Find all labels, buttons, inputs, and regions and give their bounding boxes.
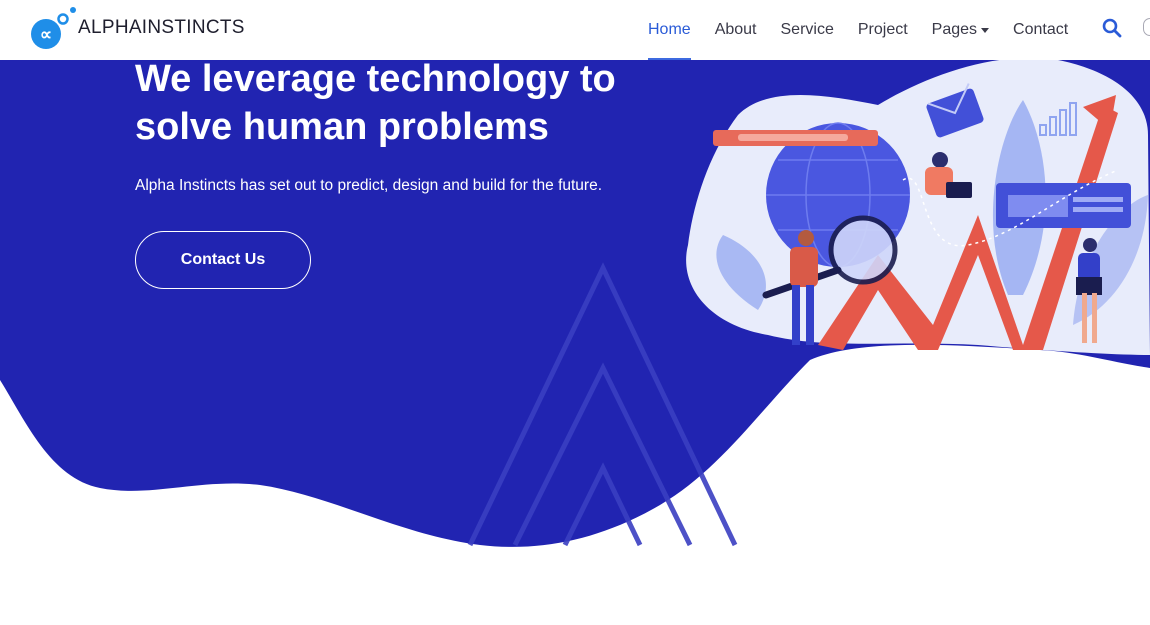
- nav-item-contact[interactable]: Contact: [1001, 0, 1080, 60]
- screen-panel-line: [1073, 197, 1123, 202]
- nav-item-about[interactable]: About: [703, 0, 769, 60]
- search-bar-highlight: [738, 134, 848, 141]
- screen-panel-line: [1073, 207, 1123, 212]
- brand-name: ALPHAINSTINCTS: [78, 17, 245, 38]
- nav-item-label: Contact: [1013, 21, 1069, 38]
- navbar: ∝ ALPHAINSTINCTS Home About Service Proj…: [0, 0, 1150, 60]
- hero-subtitle: Alpha Instincts has set out to predict, …: [135, 177, 603, 194]
- caret-down-icon: [981, 27, 990, 33]
- screen-panel-line: [1008, 195, 1068, 217]
- nav-item-project[interactable]: Project: [846, 0, 920, 60]
- nav-item-label: About: [714, 21, 757, 38]
- page: ∝ ALPHAINSTINCTS Home About Service Proj…: [0, 0, 1150, 625]
- hero-illustration: [686, 57, 1150, 355]
- brand[interactable]: ∝ ALPHAINSTINCTS: [28, 4, 245, 52]
- main-nav: Home About Service Project Pages Contact: [636, 0, 1080, 60]
- search-icon[interactable]: [1100, 16, 1124, 40]
- nav-item-label: Service: [780, 21, 834, 38]
- nav-item-label: Pages: [931, 21, 978, 38]
- nav-item-label: Project: [857, 21, 908, 38]
- hero-title: We leverage technology to solve human pr…: [135, 58, 616, 148]
- contact-us-label: Contact Us: [180, 251, 266, 268]
- nav-item-home[interactable]: Home: [636, 0, 703, 60]
- svg-text:∝: ∝: [40, 25, 52, 44]
- brand-logo-icon: ∝: [31, 7, 76, 49]
- offcanvas-toggle-button[interactable]: [1143, 18, 1150, 36]
- nav-item-pages[interactable]: Pages: [920, 0, 1001, 60]
- nav-item-label: Home: [648, 21, 691, 38]
- contact-us-button[interactable]: Contact Us: [135, 231, 311, 289]
- nav-item-service[interactable]: Service: [769, 0, 846, 60]
